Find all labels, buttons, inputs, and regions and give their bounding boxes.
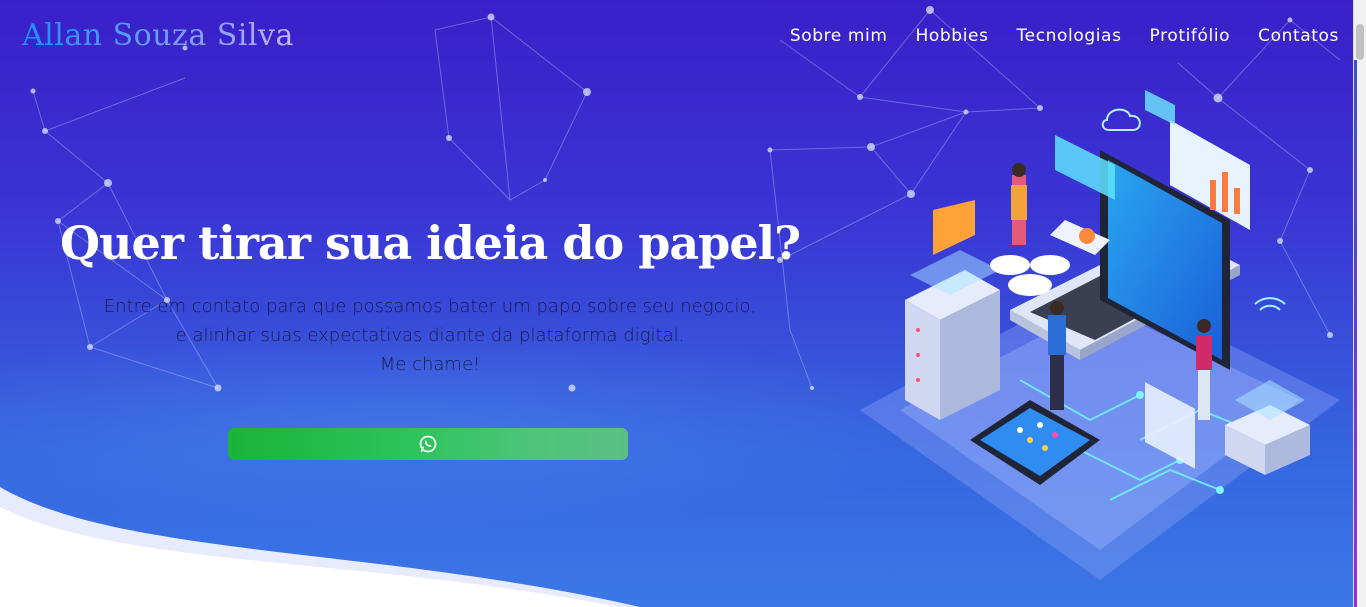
hero-description-line-2: e alinhar suas expectativas diante da pl… (175, 325, 685, 346)
brand-logo[interactable]: Allan Souza Silva (22, 18, 294, 53)
nav-item-sobre-mim[interactable]: Sobre mim (790, 26, 888, 46)
nav-item-contatos[interactable]: Contatos (1258, 26, 1339, 46)
nav-item-portfolio[interactable]: Protifólio (1150, 26, 1231, 46)
page-scrollbar[interactable] (1353, 0, 1366, 607)
nav-item-tecnologias[interactable]: Tecnologias (1017, 26, 1122, 46)
nav-item-hobbies[interactable]: Hobbies (916, 26, 989, 46)
whatsapp-icon (419, 435, 437, 453)
scrollbar-accent (1354, 60, 1357, 607)
scrollbar-thumb[interactable] (1356, 24, 1364, 60)
main-nav: Sobre mim Hobbies Tecnologias Protifólio… (790, 26, 1339, 46)
bottom-wave (0, 487, 640, 607)
hero-description: Entre em contato para que possamos bater… (0, 292, 860, 379)
hero-description-line-1: Entre em contato para que possamos bater… (103, 296, 757, 317)
whatsapp-button[interactable] (228, 428, 628, 460)
hero-section: Allan Souza Silva Sobre mim Hobbies Tecn… (0, 0, 1354, 607)
hero-description-line-3: Me chame! (379, 354, 481, 375)
hero-headline: Quer tirar sua ideia do papel? (59, 216, 801, 270)
